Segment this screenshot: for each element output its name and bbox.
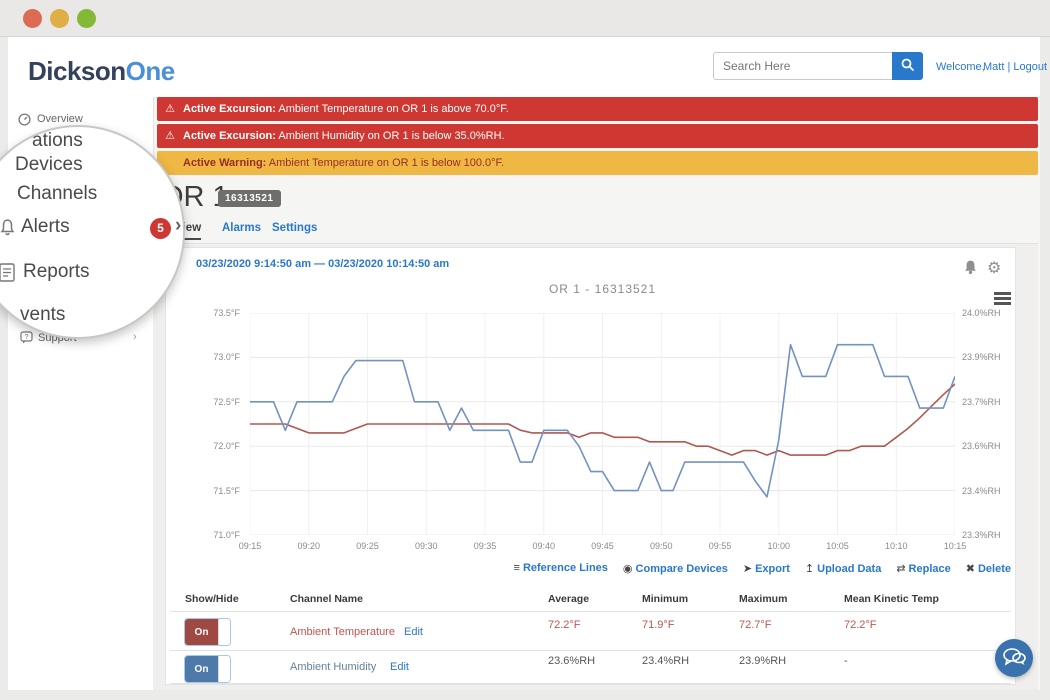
user-menu-links[interactable]: Matt | Logout: [983, 61, 1047, 73]
window-zoom-button[interactable]: [77, 9, 96, 28]
sidebar-item-locations-partial[interactable]: ations: [32, 130, 83, 152]
search-icon: [901, 58, 915, 72]
sidebar-item-channels[interactable]: Channels: [17, 183, 97, 205]
device-serial-badge: 16313521: [218, 190, 281, 207]
channel-name: Ambient Temperature: [290, 626, 395, 638]
banner-message: Ambient Humidity on OR 1 is below 35.0%R…: [276, 130, 505, 142]
mkt-value: -: [844, 655, 848, 667]
chevron-right-icon[interactable]: ›: [175, 215, 181, 237]
overview-icon: [18, 113, 31, 131]
sidebar-item-events-partial[interactable]: vents: [20, 304, 65, 326]
alerts-bell-icon: [0, 218, 16, 243]
chart-toolbar: ≡Reference Lines ◉Compare Devices ➤Expor…: [420, 562, 1011, 575]
channel-name: Ambient Humidity: [290, 661, 376, 673]
logo-primary: Dickson: [28, 56, 126, 86]
chat-button[interactable]: [995, 639, 1033, 677]
maximum-value: 72.7°F: [739, 619, 772, 631]
toggle-on-label: On: [185, 619, 218, 645]
banner-title: Active Warning:: [183, 157, 266, 169]
upload-data-link[interactable]: ↥Upload Data: [805, 562, 881, 575]
tab-settings[interactable]: Settings: [272, 222, 317, 234]
reference-lines-icon: ≡: [514, 562, 520, 574]
upload-icon: ↥: [805, 563, 814, 575]
minimum-value: 23.4%RH: [642, 655, 689, 667]
y-axis-right-labels: 24.0%RH23.9%RH23.7%RH23.6%RH23.4%RH23.3%…: [962, 313, 1012, 535]
support-icon: ?: [20, 331, 33, 349]
welcome-text: Welcome,: [936, 61, 985, 73]
edit-link[interactable]: Edit: [404, 626, 423, 638]
reports-icon: [0, 263, 17, 289]
banner-message: Ambient Temperature on OR 1 is below 100…: [266, 157, 504, 169]
average-value: 72.2°F: [548, 619, 581, 631]
warning-triangle-icon: ⚠: [157, 124, 183, 148]
delete-link[interactable]: ✖Delete: [966, 562, 1011, 575]
sidebar-item-reports[interactable]: Reports: [23, 261, 90, 283]
warning-triangle-icon: ⚠: [157, 97, 183, 121]
toggle-knob: [218, 656, 230, 682]
chat-bubbles-icon: [1002, 647, 1026, 667]
search-input[interactable]: [713, 52, 893, 80]
bell-icon[interactable]: [962, 259, 979, 281]
chevron-right-icon[interactable]: ›: [133, 331, 137, 343]
col-header-maximum: Maximum: [739, 593, 787, 605]
edit-link[interactable]: Edit: [390, 661, 409, 673]
banner-title: Active Excursion:: [183, 130, 276, 142]
date-range-link[interactable]: 03/23/2020 9:14:50 am — 03/23/2020 10:14…: [196, 258, 449, 270]
window-minimize-button[interactable]: [50, 9, 69, 28]
maximum-value: 23.9%RH: [739, 655, 786, 667]
svg-text:?: ?: [25, 334, 29, 341]
table-divider: [170, 683, 1011, 684]
delete-x-icon: ✖: [966, 563, 975, 575]
col-header-average: Average: [548, 593, 589, 605]
screenshot-root: DicksonOne Welcome, Matt | Logout Overvi…: [0, 0, 1050, 700]
toggle-on-label: On: [185, 656, 218, 682]
alert-banner-excursion-temp[interactable]: ⚠Active Excursion: Ambient Temperature o…: [157, 97, 1038, 121]
show-hide-toggle[interactable]: On: [184, 618, 231, 646]
average-value: 23.6%RH: [548, 655, 595, 667]
line-chart-plot[interactable]: [250, 313, 955, 535]
banner-message: Ambient Temperature on OR 1 is above 70.…: [276, 103, 509, 115]
logo-accent: One: [126, 56, 175, 86]
y-axis-left-labels: 73.5°F73.0°F72.5°F72.0°F71.5°F71.0°F: [190, 313, 240, 535]
col-header-mkt: Mean Kinetic Temp: [844, 593, 939, 605]
show-hide-toggle[interactable]: On: [184, 655, 231, 683]
alert-banner-excursion-humidity[interactable]: ⚠Active Excursion: Ambient Humidity on O…: [157, 124, 1038, 148]
col-header-channel-name: Channel Name: [290, 593, 363, 605]
reference-lines-link[interactable]: ≡Reference Lines: [514, 562, 608, 575]
export-arrow-icon: ➤: [743, 563, 752, 575]
search-button[interactable]: [892, 52, 923, 80]
alert-banner-warning-temp[interactable]: Active Warning: Ambient Temperature on O…: [157, 151, 1038, 175]
minimum-value: 71.9°F: [642, 619, 675, 631]
export-link[interactable]: ➤Export: [743, 562, 790, 575]
eye-icon: ◉: [623, 563, 633, 575]
mkt-value: 72.2°F: [844, 619, 877, 631]
table-divider: [170, 650, 1011, 651]
col-header-minimum: Minimum: [642, 593, 688, 605]
alerts-count-badge: 5: [150, 218, 171, 239]
chart-menu-icon[interactable]: [994, 292, 1011, 307]
banner-title: Active Excursion:: [183, 103, 276, 115]
gear-icon[interactable]: ⚙: [987, 258, 1001, 278]
dicksonone-logo[interactable]: DicksonOne: [28, 56, 175, 87]
chart-title: OR 1 - 16313521: [250, 282, 955, 296]
window-titlebar: [0, 0, 1050, 37]
replace-link[interactable]: ⇄Replace: [896, 562, 950, 575]
table-divider: [170, 611, 1011, 612]
toggle-knob: [218, 619, 230, 645]
window-close-button[interactable]: [23, 9, 42, 28]
sidebar-item-alerts[interactable]: Alerts: [21, 216, 70, 238]
shuffle-icon: ⇄: [896, 563, 905, 575]
sidebar-item-devices[interactable]: Devices: [15, 154, 83, 176]
compare-devices-link[interactable]: ◉Compare Devices: [623, 562, 728, 575]
col-header-show-hide: Show/Hide: [185, 593, 239, 605]
sidebar-item-overview[interactable]: Overview: [37, 113, 83, 125]
tab-alarms[interactable]: Alarms: [222, 222, 261, 234]
